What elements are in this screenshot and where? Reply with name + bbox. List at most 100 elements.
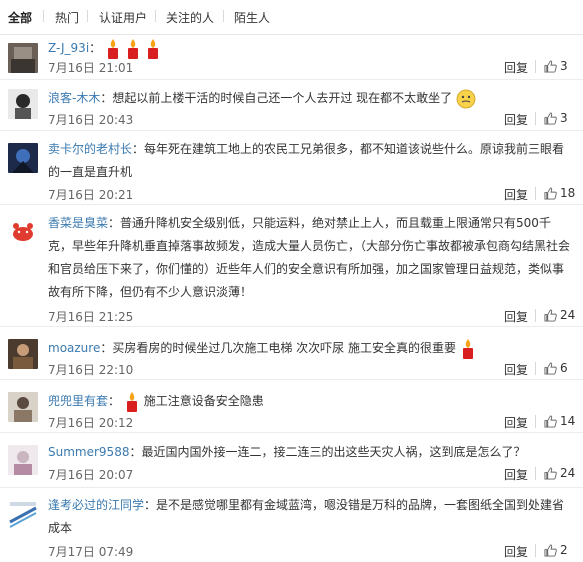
comment-item: 香菜是臭菜：普通升降机安全级别低，只能运料，绝对禁止上人，而且载重上限通常只有5… — [0, 205, 583, 327]
comment-text: 最近国内国外接一连二，接二连三的出这些天灾人祸，这到底是怎么了？ — [141, 445, 526, 459]
tab-all[interactable]: 全部 — [8, 9, 32, 26]
comment-username[interactable]: 兜兜里有套 — [48, 394, 108, 408]
comment-text: 买房看房的时候坐过几次施工电梯 次次吓尿 施工安全真的很重要 — [112, 341, 456, 355]
like-count: 14 — [560, 414, 576, 428]
comment-username[interactable]: Summer9588 — [48, 445, 129, 459]
tab-divider — [223, 10, 224, 22]
comment-username[interactable]: moazure — [48, 341, 100, 355]
comment-body: 浪客-木木：想起以前上楼干活的时候自己还一个人去开过 现在都不太敢坐了 — [48, 87, 573, 110]
comment-text: 想起以前上楼干活的时候自己还一个人去开过 现在都不太敢坐了 — [112, 91, 453, 105]
thumbs-up-icon — [544, 308, 557, 322]
like-count: 2 — [560, 543, 568, 557]
action-divider — [535, 415, 536, 428]
like-count: 3 — [560, 111, 568, 125]
comment-text: 普通升降机安全级别低，只能运料，绝对禁止上人，而且载重上限通常只有500千克，早… — [48, 216, 571, 299]
comment-username[interactable]: 香菜是臭菜 — [48, 216, 108, 230]
comment-item: 逢考必过的江同学：是不是感觉哪里都有金域蓝湾，嗯没错是万科的品牌，一套图纸全国到… — [0, 488, 583, 562]
candle-emoji-icon — [124, 391, 140, 412]
reply-button[interactable]: 回复 — [504, 466, 528, 483]
comment-text: 施工注意设备安全隐患 — [143, 394, 264, 408]
thumbs-up-icon — [544, 186, 557, 200]
action-divider — [535, 187, 536, 200]
reply-button[interactable]: 回复 — [504, 361, 528, 378]
avatar[interactable] — [8, 89, 38, 119]
comment-item: 卖卡尔的老村长：每年死在建筑工地上的农民工兄弟很多，都不知道该说些什么。原谅我前… — [0, 131, 583, 205]
comment-item: Summer9588：最近国内国外接一连二，接二连三的出这些天灾人祸，这到底是怎… — [0, 433, 583, 488]
comment-time: 7月16日 20:12 — [48, 416, 134, 430]
reply-button[interactable]: 回复 — [504, 308, 528, 325]
tab-hot[interactable]: 热门 — [55, 9, 79, 26]
like-button[interactable]: 3 — [544, 111, 568, 125]
comment-body: 香菜是臭菜：普通升降机安全级别低，只能运料，绝对禁止上人，而且载重上限通常只有5… — [48, 212, 573, 304]
comment-time: 7月16日 21:01 — [48, 61, 134, 75]
avatar[interactable] — [8, 392, 38, 422]
comment-separator: ： — [144, 498, 157, 512]
candle-emoji-icon — [125, 38, 141, 59]
comment-time: 7月16日 22:10 — [48, 363, 134, 377]
reply-button[interactable]: 回复 — [504, 543, 528, 560]
comment-time: 7月16日 20:43 — [48, 113, 134, 127]
action-divider — [535, 544, 536, 557]
avatar[interactable] — [8, 339, 38, 369]
comment-username[interactable]: 逢考必过的江同学 — [48, 498, 144, 512]
candle-emoji-icon — [105, 38, 121, 59]
like-count: 18 — [560, 186, 576, 200]
comment-time: 7月16日 20:07 — [48, 468, 134, 482]
like-button[interactable]: 3 — [544, 59, 568, 73]
avatar[interactable] — [8, 500, 38, 530]
action-divider — [535, 60, 536, 73]
reply-button[interactable]: 回复 — [504, 59, 528, 76]
comment-username[interactable]: 浪客-木木 — [48, 91, 100, 105]
tab-following[interactable]: 关注的人 — [166, 9, 214, 26]
like-count: 3 — [560, 59, 568, 73]
thumbs-up-icon — [544, 414, 557, 428]
tab-divider — [43, 10, 44, 22]
like-button[interactable]: 18 — [544, 186, 575, 200]
like-button[interactable]: 24 — [544, 466, 575, 480]
comment-item: 兜兜里有套： 施工注意设备安全隐患 7月16日 20:12 回复 14 — [0, 380, 583, 433]
comment-item: moazure：买房看房的时候坐过几次施工电梯 次次吓尿 施工安全真的很重要 7… — [0, 327, 583, 380]
filter-tabs: 全部 热门 认证用户 关注的人 陌生人 — [0, 0, 583, 35]
tab-verified-users[interactable]: 认证用户 — [99, 9, 147, 26]
avatar[interactable] — [8, 445, 38, 475]
comment-username[interactable]: Z-J_93i — [48, 41, 89, 55]
action-divider — [535, 112, 536, 125]
like-button[interactable]: 14 — [544, 414, 575, 428]
avatar[interactable] — [8, 217, 38, 247]
smile-emoji-icon — [456, 89, 476, 108]
thumbs-up-icon — [544, 111, 557, 125]
comment-body: Z-J_93i： — [48, 37, 573, 60]
like-button[interactable]: 2 — [544, 543, 568, 557]
comment-body: Summer9588：最近国内国外接一连二，接二连三的出这些天灾人祸，这到底是怎… — [48, 441, 573, 464]
action-divider — [535, 309, 536, 322]
candle-emoji-icon — [460, 338, 476, 359]
avatar[interactable] — [8, 43, 38, 73]
reply-button[interactable]: 回复 — [504, 111, 528, 128]
comment-separator: ： — [100, 341, 113, 355]
candle-emoji-icon — [145, 38, 161, 59]
comment-username[interactable]: 卖卡尔的老村长 — [48, 142, 132, 156]
like-button[interactable]: 24 — [544, 308, 575, 322]
comment-body: 逢考必过的江同学：是不是感觉哪里都有金域蓝湾，嗯没错是万科的品牌，一套图纸全国到… — [48, 494, 573, 540]
comment-item: 浪客-木木：想起以前上楼干活的时候自己还一个人去开过 现在都不太敢坐了 7月16… — [0, 80, 583, 131]
comment-body: moazure：买房看房的时候坐过几次施工电梯 次次吓尿 施工安全真的很重要 — [48, 337, 573, 360]
thumbs-up-icon — [544, 543, 557, 557]
reply-button[interactable]: 回复 — [504, 414, 528, 431]
avatar[interactable] — [8, 143, 38, 173]
action-divider — [535, 362, 536, 375]
thumbs-up-icon — [544, 466, 557, 480]
comment-separator: ： — [108, 216, 121, 230]
comment-body: 卖卡尔的老村长：每年死在建筑工地上的农民工兄弟很多，都不知道该说些什么。原谅我前… — [48, 138, 573, 184]
action-divider — [535, 467, 536, 480]
comment-separator: ： — [132, 142, 145, 156]
tab-divider — [155, 10, 156, 22]
comment-separator: ： — [108, 394, 121, 408]
thumbs-up-icon — [544, 59, 557, 73]
like-button[interactable]: 6 — [544, 361, 568, 375]
comment-separator: ： — [89, 41, 102, 55]
like-count: 24 — [560, 308, 576, 322]
reply-button[interactable]: 回复 — [504, 186, 528, 203]
comment-time: 7月17日 07:49 — [48, 545, 134, 559]
comment-time: 7月16日 21:25 — [48, 310, 134, 324]
tab-strangers[interactable]: 陌生人 — [234, 9, 270, 26]
